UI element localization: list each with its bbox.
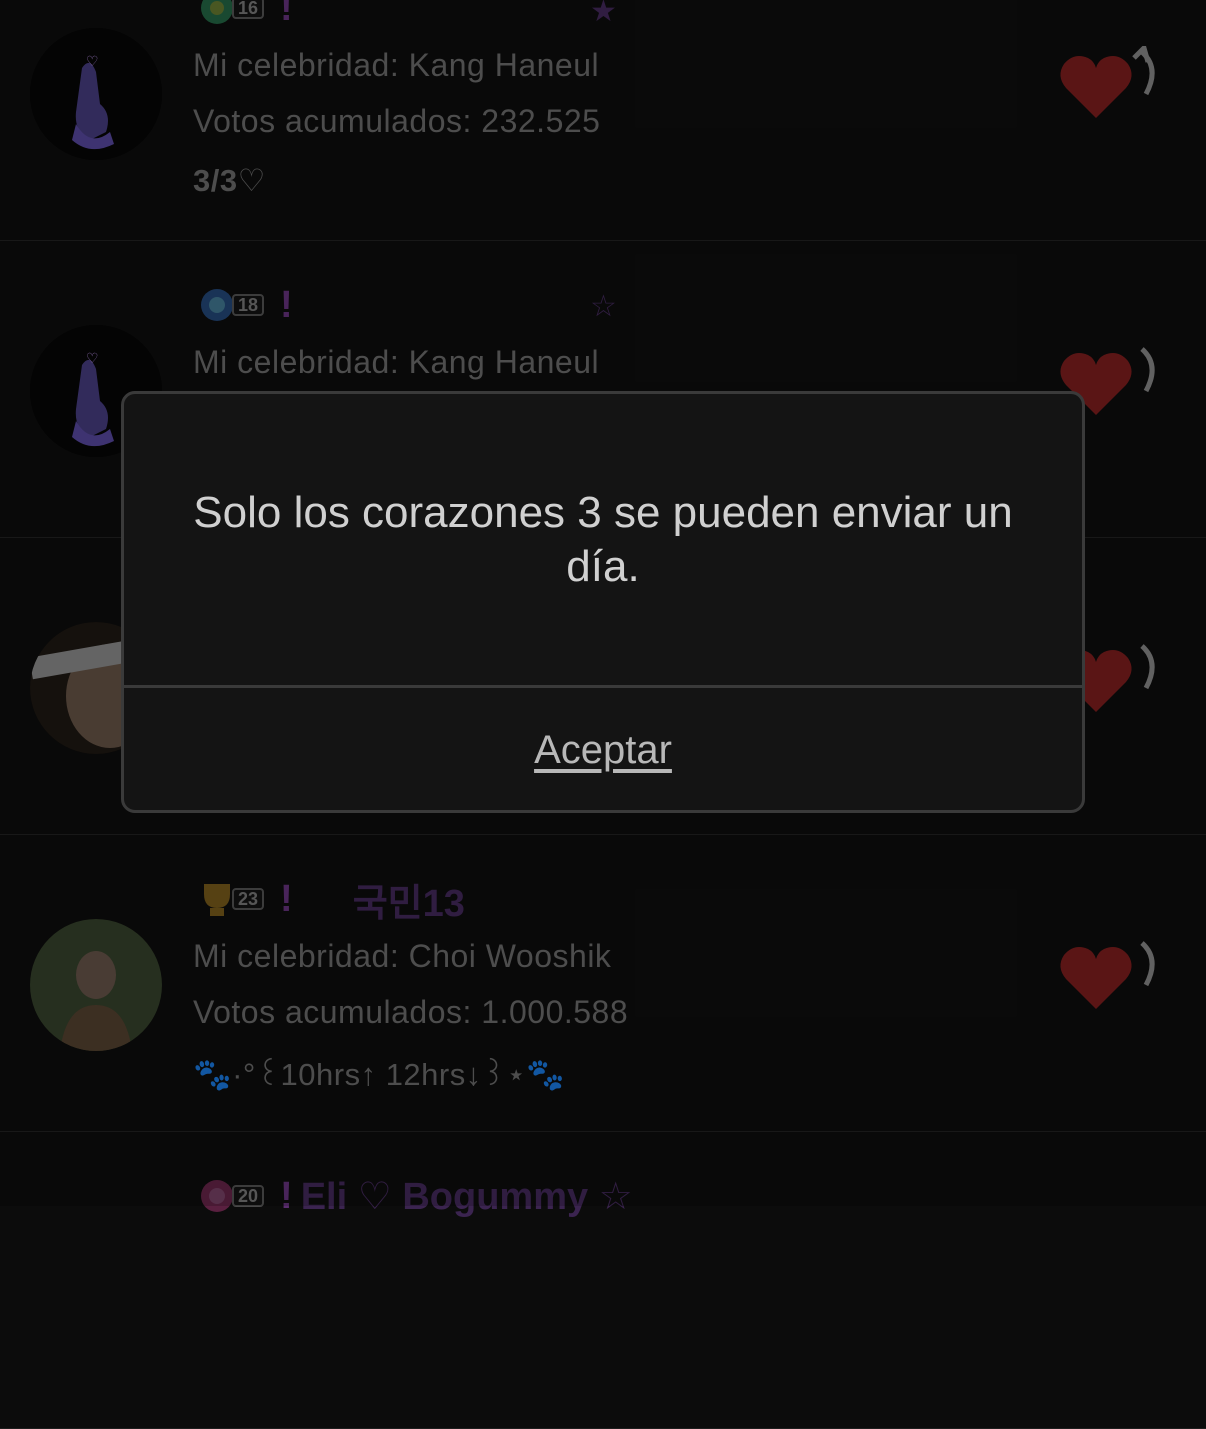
accept-button[interactable]: Aceptar <box>124 688 1082 813</box>
dialog-message: Solo los corazones 3 se pueden enviar un… <box>193 488 1013 591</box>
alert-dialog: Solo los corazones 3 se pueden enviar un… <box>121 391 1085 813</box>
